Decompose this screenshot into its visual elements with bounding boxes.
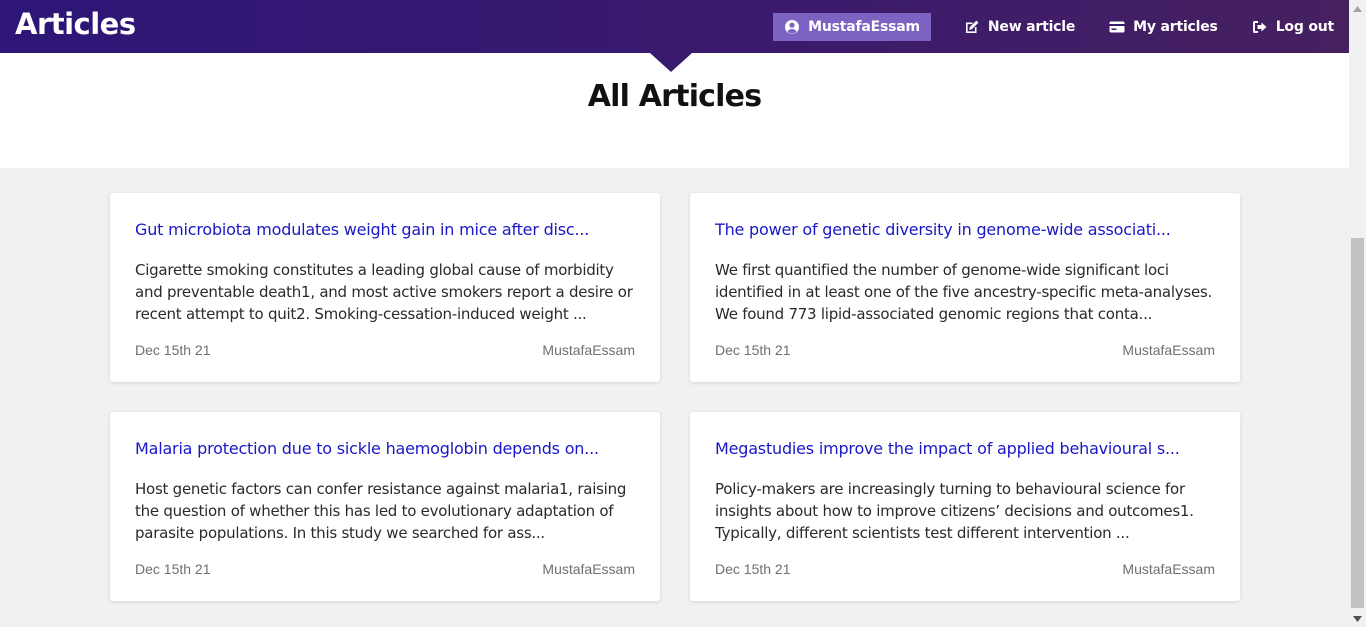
article-date: Dec 15th 21	[135, 561, 211, 577]
my-articles-label: My articles	[1133, 18, 1218, 35]
article-excerpt: Host genetic factors can confer resistan…	[135, 480, 627, 542]
navbar: Articles MustafaEssam New article My art…	[0, 0, 1349, 53]
article-card: Malaria protection due to sickle haemogl…	[110, 412, 660, 601]
article-author: MustafaEssam	[1122, 342, 1215, 358]
new-article-link[interactable]: New article	[951, 13, 1088, 41]
user-label: MustafaEssam	[808, 18, 920, 35]
user-profile-button[interactable]: MustafaEssam	[773, 12, 931, 41]
article-excerpt: Cigarette smoking constitutes a leading …	[135, 261, 633, 323]
article-excerpt: We first quantified the number of genome…	[715, 261, 1213, 323]
edit-icon	[964, 19, 980, 35]
article-title-link[interactable]: The power of genetic diversity in genome…	[715, 220, 1215, 239]
article-date: Dec 15th 21	[715, 342, 791, 358]
logout-link[interactable]: Log out	[1239, 13, 1347, 41]
article-date: Dec 15th 21	[135, 342, 211, 358]
my-articles-link[interactable]: My articles	[1096, 13, 1231, 41]
nav-items: MustafaEssam New article My articles Log…	[773, 0, 1349, 53]
article-card: The power of genetic diversity in genome…	[690, 193, 1240, 382]
user-circle-icon	[784, 19, 800, 35]
article-title-link[interactable]: Megastudies improve the impact of applie…	[715, 439, 1215, 458]
article-author: MustafaEssam	[1122, 561, 1215, 577]
page: Articles MustafaEssam New article My art…	[0, 0, 1349, 627]
article-author: MustafaEssam	[542, 561, 635, 577]
page-title: All Articles	[587, 79, 762, 114]
scroll-down-arrow-icon[interactable]	[1349, 610, 1366, 627]
card-icon	[1109, 19, 1125, 35]
brand-logo[interactable]: Articles	[15, 7, 136, 41]
article-card: Gut microbiota modulates weight gain in …	[110, 193, 660, 382]
vertical-scrollbar[interactable]	[1349, 0, 1366, 627]
article-card: Megastudies improve the impact of applie…	[690, 412, 1240, 601]
scrollbar-thumb[interactable]	[1351, 238, 1364, 608]
article-title-link[interactable]: Malaria protection due to sickle haemogl…	[135, 439, 635, 458]
navbar-caret	[650, 53, 692, 72]
sign-out-icon	[1252, 19, 1268, 35]
logout-label: Log out	[1275, 18, 1335, 35]
scroll-up-arrow-icon[interactable]	[1349, 0, 1366, 17]
new-article-label: New article	[987, 18, 1076, 35]
article-excerpt: Policy-makers are increasingly turning t…	[715, 480, 1194, 542]
article-title-link[interactable]: Gut microbiota modulates weight gain in …	[135, 220, 635, 239]
article-date: Dec 15th 21	[715, 561, 791, 577]
article-author: MustafaEssam	[542, 342, 635, 358]
